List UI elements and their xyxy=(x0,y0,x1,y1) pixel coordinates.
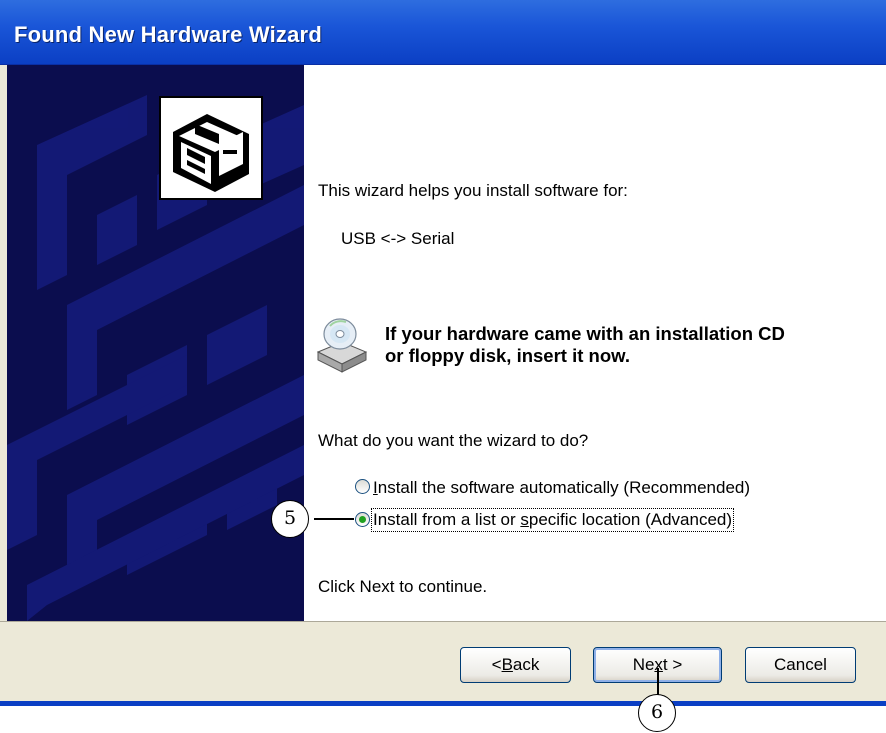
title-bar[interactable]: Found New Hardware Wizard xyxy=(0,0,886,65)
window-bottom-border xyxy=(0,701,886,706)
radio-advanced-install[interactable] xyxy=(355,512,370,527)
cancel-button[interactable]: Cancel xyxy=(745,647,856,683)
radio-advanced-install-label[interactable]: Install from a list or specific location… xyxy=(370,508,735,532)
notice-line-1: If your hardware came with an installati… xyxy=(385,323,785,344)
radio-auto-install[interactable] xyxy=(355,479,370,494)
device-name: USB <-> Serial xyxy=(341,229,455,248)
notice-line-2: or floppy disk, insert it now. xyxy=(385,345,630,366)
cd-drive-icon xyxy=(316,318,368,373)
intro-text: This wizard helps you install software f… xyxy=(318,181,628,200)
radio-auto-install-label[interactable]: Install the software automatically (Reco… xyxy=(373,478,750,498)
window-title: Found New Hardware Wizard xyxy=(14,22,322,47)
wizard-window: Found New Hardware Wizard This wizard he… xyxy=(0,0,886,706)
continue-hint: Click Next to continue. xyxy=(318,577,488,596)
back-button[interactable]: < Back xyxy=(460,647,571,683)
callout-5: 5 xyxy=(271,500,309,538)
hardware-icon xyxy=(159,96,263,200)
question-text: What do you want the wizard to do? xyxy=(318,431,589,450)
callout-5-leader xyxy=(314,518,354,520)
callout-6: 6 xyxy=(638,694,676,732)
